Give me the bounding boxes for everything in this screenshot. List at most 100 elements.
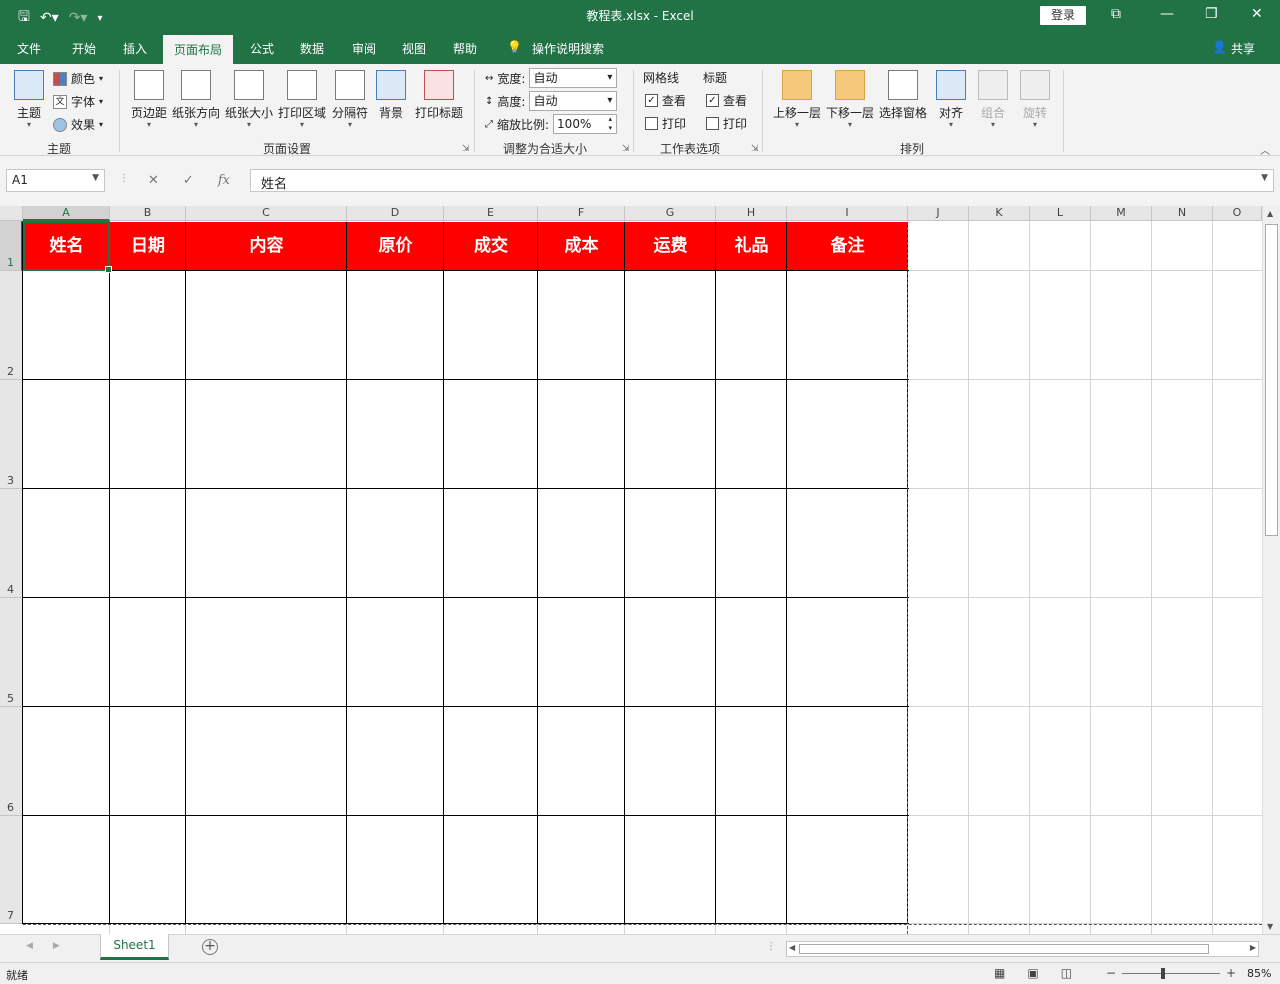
worksheet-grid[interactable]: A B C D E F G H I J K L M N O 1 2 3 4 5 6 7 姓名 日期 内容 原价 成交 成本 运费 礼品 备注: [0, 206, 1262, 934]
zoom-slider-knob[interactable]: [1161, 968, 1165, 979]
orientation-button[interactable]: 纸张方向 ▾: [171, 70, 221, 129]
tab-insert[interactable]: 插入: [123, 40, 147, 57]
gridlines-print-checkbox[interactable]: 打印: [645, 115, 686, 132]
tab-review[interactable]: 审阅: [352, 40, 376, 57]
scroll-left-icon[interactable]: ◀: [789, 943, 795, 952]
header-cell-I[interactable]: 备注: [787, 222, 908, 270]
column-header-D[interactable]: D: [347, 206, 444, 221]
zoom-out-icon[interactable]: −: [1106, 966, 1116, 980]
column-header-J[interactable]: J: [908, 206, 969, 221]
normal-view-icon[interactable]: ▦: [994, 966, 1005, 980]
page-layout-view-icon[interactable]: ▣: [1027, 966, 1038, 980]
insert-function-icon[interactable]: fx: [218, 173, 230, 188]
gridlines-view-checkbox[interactable]: ✓ 查看: [645, 92, 686, 109]
row-header-2[interactable]: 2: [0, 271, 23, 380]
selection-pane-button[interactable]: 选择窗格: [878, 70, 928, 121]
header-cell-C[interactable]: 内容: [186, 222, 347, 270]
scroll-up-icon[interactable]: ▲: [1267, 209, 1273, 218]
column-header-F[interactable]: F: [538, 206, 625, 221]
column-header-E[interactable]: E: [444, 206, 538, 221]
header-cell-F[interactable]: 成本: [538, 222, 625, 270]
name-box[interactable]: A1 ▼: [6, 169, 105, 192]
tell-me-search[interactable]: 操作说明搜索: [532, 40, 604, 57]
row-header-5[interactable]: 5: [0, 598, 23, 707]
column-header-O[interactable]: O: [1213, 206, 1262, 221]
vertical-scroll-thumb[interactable]: [1265, 224, 1278, 536]
width-select[interactable]: 自动 ▾: [529, 68, 618, 88]
share-button[interactable]: 共享: [1231, 40, 1255, 57]
print-titles-button[interactable]: 打印标题: [414, 70, 464, 121]
drag-handle-icon[interactable]: ⋮: [119, 173, 129, 184]
themes-button[interactable]: 主题 ▾: [12, 70, 46, 129]
next-sheet-icon[interactable]: ▶: [53, 941, 60, 951]
header-cell-D[interactable]: 原价: [347, 222, 444, 270]
row-header-1[interactable]: 1: [0, 221, 23, 271]
column-header-H[interactable]: H: [716, 206, 787, 221]
column-header-C[interactable]: C: [186, 206, 347, 221]
row-header-3[interactable]: 3: [0, 380, 23, 489]
tab-page-layout[interactable]: 页面布局: [163, 35, 234, 64]
sheet-options-launcher-icon[interactable]: ⇲: [751, 144, 759, 154]
cancel-icon[interactable]: ✕: [148, 173, 159, 188]
background-button[interactable]: 背景: [376, 70, 406, 121]
header-cell-H[interactable]: 礼品: [716, 222, 787, 270]
active-cell-selection[interactable]: [23, 221, 112, 273]
effects-button[interactable]: 效果 ▾: [53, 116, 103, 133]
height-select[interactable]: 自动 ▾: [529, 91, 618, 111]
login-button[interactable]: 登录: [1040, 6, 1086, 25]
collapse-ribbon-icon[interactable]: ︿: [1260, 142, 1270, 157]
sheet-tab-sheet1[interactable]: Sheet1: [100, 934, 169, 960]
tab-home[interactable]: 开始: [72, 40, 96, 57]
column-header-N[interactable]: N: [1152, 206, 1213, 221]
column-header-I[interactable]: I: [787, 206, 908, 221]
restore-icon[interactable]: ❐: [1205, 6, 1218, 22]
formula-input[interactable]: 姓名 ▼: [250, 169, 1274, 192]
margins-button[interactable]: 页边距 ▾: [130, 70, 168, 129]
breaks-button[interactable]: 分隔符 ▾: [331, 70, 369, 129]
horizontal-scrollbar[interactable]: ◀ ▶: [786, 941, 1259, 957]
group-button[interactable]: 组合 ▾: [978, 70, 1008, 129]
tab-help[interactable]: 帮助: [453, 40, 477, 57]
zoom-in-icon[interactable]: +: [1226, 966, 1236, 980]
add-sheet-icon[interactable]: +: [202, 939, 218, 955]
scale-stepper[interactable]: 100% ▴ ▾: [553, 114, 618, 134]
tab-formulas[interactable]: 公式: [250, 40, 274, 57]
colors-button[interactable]: 颜色 ▾: [53, 70, 103, 87]
prev-sheet-icon[interactable]: ◀: [26, 941, 33, 951]
fonts-button[interactable]: 文 字体 ▾: [53, 93, 103, 110]
scale-launcher-icon[interactable]: ⇲: [622, 144, 630, 154]
page-break-preview-icon[interactable]: ◫: [1061, 966, 1072, 980]
rotate-button[interactable]: 旋转 ▾: [1020, 70, 1050, 129]
enter-icon[interactable]: ✓: [183, 173, 194, 188]
minimize-icon[interactable]: —: [1160, 6, 1174, 22]
split-handle-icon[interactable]: ⋮: [766, 941, 776, 952]
row-header-4[interactable]: 4: [0, 489, 23, 598]
ribbon-display-options-icon[interactable]: ⧉: [1111, 6, 1121, 22]
send-backward-button[interactable]: 下移一层 ▾: [825, 70, 875, 129]
zoom-slider[interactable]: [1122, 973, 1220, 974]
headings-print-checkbox[interactable]: 打印: [706, 115, 747, 132]
close-icon[interactable]: ✕: [1251, 6, 1263, 22]
zoom-level[interactable]: 85%: [1247, 967, 1271, 980]
column-header-M[interactable]: M: [1091, 206, 1152, 221]
row-header-7[interactable]: 7: [0, 816, 23, 924]
align-button[interactable]: 对齐 ▾: [936, 70, 966, 129]
size-button[interactable]: 纸张大小 ▾: [224, 70, 274, 129]
print-area-button[interactable]: 打印区域 ▾: [277, 70, 327, 129]
tab-data[interactable]: 数据: [300, 40, 324, 57]
scroll-down-icon[interactable]: ▼: [1267, 922, 1273, 931]
horizontal-scroll-thumb[interactable]: [799, 944, 1209, 954]
select-all-corner[interactable]: [0, 206, 23, 221]
scroll-right-icon[interactable]: ▶: [1250, 943, 1256, 952]
column-header-L[interactable]: L: [1030, 206, 1091, 221]
header-cell-E[interactable]: 成交: [444, 222, 538, 270]
column-header-G[interactable]: G: [625, 206, 716, 221]
page-setup-launcher-icon[interactable]: ⇲: [462, 144, 470, 154]
row-header-6[interactable]: 6: [0, 707, 23, 816]
tab-view[interactable]: 视图: [402, 40, 426, 57]
tab-file[interactable]: 文件: [17, 40, 41, 57]
bring-forward-button[interactable]: 上移一层 ▾: [772, 70, 822, 129]
column-header-A[interactable]: A: [23, 206, 110, 221]
column-header-B[interactable]: B: [110, 206, 186, 221]
expand-formula-bar-icon[interactable]: ▼: [1261, 173, 1268, 183]
